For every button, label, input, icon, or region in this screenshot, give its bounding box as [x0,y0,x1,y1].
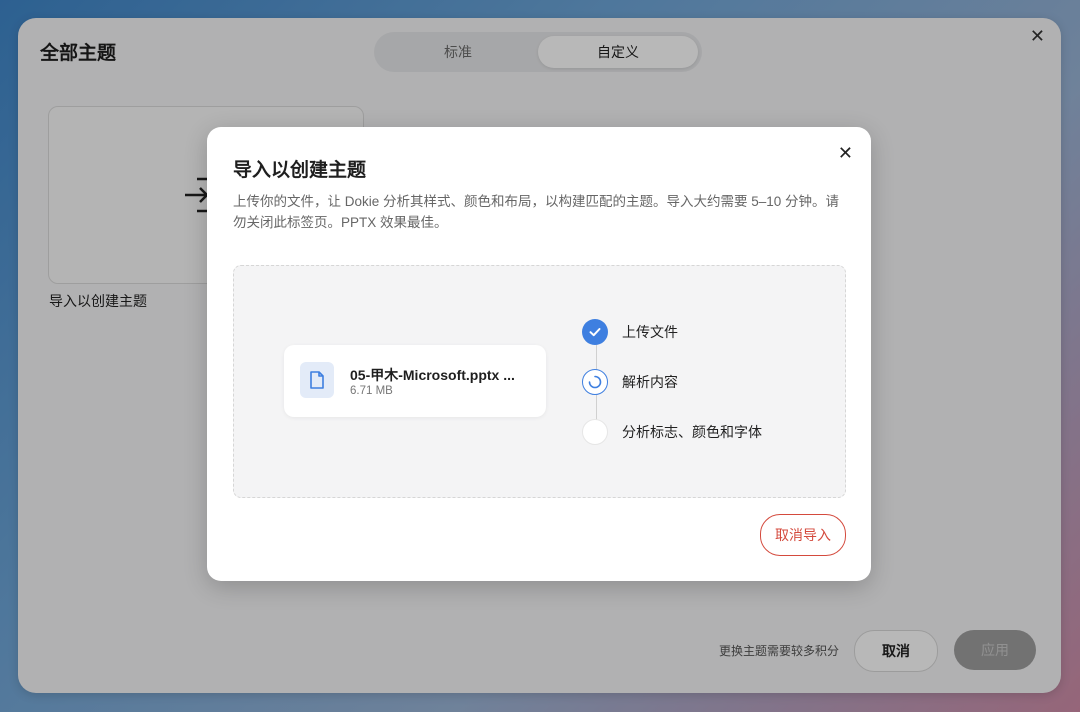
file-card: 05-甲木-Microsoft.pptx ... 6.71 MB [284,345,546,417]
file-name: 05-甲木-Microsoft.pptx ... [350,367,515,383]
pending-dot-icon [582,419,608,445]
check-icon [582,319,608,345]
import-dialog: ✕ 导入以创建主题 上传你的文件，让 Dokie 分析其样式、颜色和布局，以构建… [207,127,871,581]
dialog-title: 导入以创建主题 [233,160,367,181]
spinner-icon [582,369,608,395]
step-analyze: 分析标志、颜色和字体 [582,418,762,446]
step-label: 分析标志、颜色和字体 [622,424,762,440]
import-progress-steps: 上传文件 解析内容 分析标志、颜色和字体 [582,318,822,448]
close-icon[interactable]: ✕ [838,143,853,164]
cancel-import-button[interactable]: 取消导入 [760,514,846,556]
upload-area: 05-甲木-Microsoft.pptx ... 6.71 MB 上传文件 解析… [233,265,846,498]
file-icon [300,362,334,398]
step-label: 上传文件 [622,324,678,340]
dialog-description: 上传你的文件，让 Dokie 分析其样式、颜色和布局，以构建匹配的主题。导入大约… [233,194,840,230]
step-upload: 上传文件 [582,318,678,346]
step-parse: 解析内容 [582,368,678,396]
step-label: 解析内容 [622,374,678,390]
file-size: 6.71 MB [350,385,393,397]
